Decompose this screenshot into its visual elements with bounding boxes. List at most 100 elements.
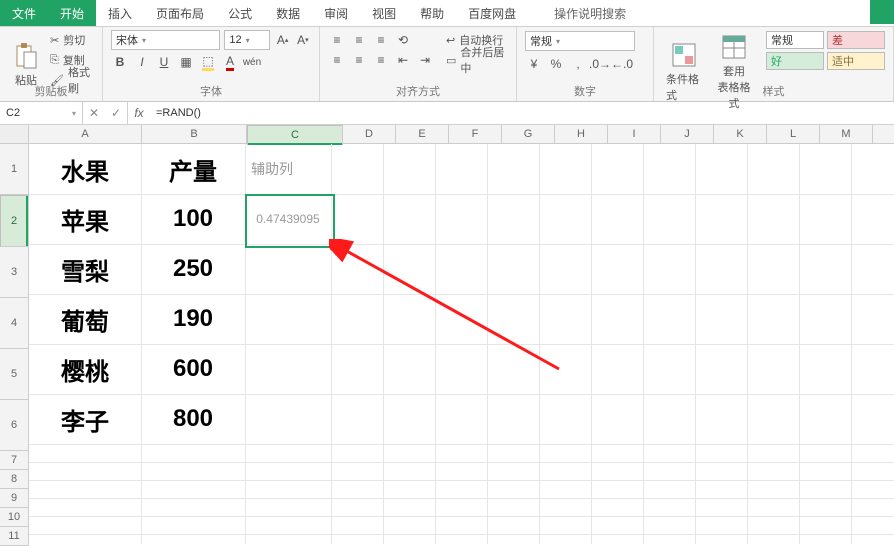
- group-number: 常规▾ ¥ % , .0→ ←.0 数字: [517, 27, 654, 101]
- inc-decimal-button[interactable]: .0→: [591, 55, 609, 73]
- col-header-K[interactable]: K: [714, 125, 767, 143]
- dec-decimal-button[interactable]: ←.0: [613, 55, 631, 73]
- chevron-down-icon: ▾: [246, 36, 250, 45]
- cell-A1[interactable]: 水果: [29, 144, 141, 194]
- row-header-8[interactable]: 8: [0, 470, 28, 489]
- group-label-align: 对齐方式: [320, 83, 516, 99]
- accept-formula-button[interactable]: ✓: [105, 106, 127, 120]
- col-header-H[interactable]: H: [555, 125, 608, 143]
- chevron-down-icon: ▾: [556, 37, 560, 46]
- cell-B2[interactable]: 100: [141, 194, 245, 244]
- fill-color-button[interactable]: ⬚: [199, 53, 217, 71]
- percent-button[interactable]: %: [547, 55, 565, 73]
- col-header-D[interactable]: D: [343, 125, 396, 143]
- col-header-C[interactable]: C: [247, 125, 343, 145]
- col-header-G[interactable]: G: [502, 125, 555, 143]
- cell-style-good[interactable]: 好: [766, 52, 824, 70]
- row-header-10[interactable]: 10: [0, 508, 28, 527]
- cell-C1[interactable]: 辅助列: [251, 144, 331, 194]
- col-header-B[interactable]: B: [142, 125, 247, 143]
- italic-button[interactable]: I: [133, 53, 151, 71]
- cell-style-bad[interactable]: 差: [827, 31, 885, 49]
- scissors-icon: ✂: [50, 34, 59, 47]
- row-header-1[interactable]: 1: [0, 144, 28, 195]
- row-header-6[interactable]: 6: [0, 400, 28, 451]
- bold-button[interactable]: B: [111, 53, 129, 71]
- cell-A4[interactable]: 葡萄: [29, 294, 141, 344]
- menu-tab-data[interactable]: 数据: [264, 0, 312, 26]
- currency-button[interactable]: ¥: [525, 55, 543, 73]
- number-format-select[interactable]: 常规▾: [525, 31, 635, 51]
- bucket-icon: ⬚: [202, 54, 213, 71]
- col-header-M[interactable]: M: [820, 125, 873, 143]
- cell-style-neutral[interactable]: 适中: [827, 52, 885, 70]
- cell-B6[interactable]: 800: [141, 394, 245, 444]
- col-header-J[interactable]: J: [661, 125, 714, 143]
- align-middle-button[interactable]: ≡: [350, 31, 368, 49]
- menu-tab-review[interactable]: 审阅: [312, 0, 360, 26]
- cancel-formula-button[interactable]: ✕: [83, 106, 105, 120]
- cell-style-normal[interactable]: 常规: [766, 31, 824, 49]
- col-header-E[interactable]: E: [396, 125, 449, 143]
- align-bottom-button[interactable]: ≡: [372, 31, 390, 49]
- select-all-corner[interactable]: [0, 125, 29, 143]
- col-header-F[interactable]: F: [449, 125, 502, 143]
- row-header-9[interactable]: 9: [0, 489, 28, 508]
- phonetic-button[interactable]: wén: [243, 53, 261, 71]
- merge-center-button[interactable]: ▭合并后居中: [446, 51, 508, 69]
- increase-font-button[interactable]: A▴: [274, 31, 290, 49]
- row-header-2[interactable]: 2: [0, 195, 28, 247]
- col-header-L[interactable]: L: [767, 125, 820, 143]
- align-center-button[interactable]: ≡: [350, 51, 368, 69]
- menu-tab-view[interactable]: 视图: [360, 0, 408, 26]
- orientation-button[interactable]: ⟲: [394, 31, 412, 49]
- row-header-4[interactable]: 4: [0, 298, 28, 349]
- cell-A5[interactable]: 樱桃: [29, 344, 141, 394]
- menu-tab-layout[interactable]: 页面布局: [144, 0, 216, 26]
- cell-A6[interactable]: 李子: [29, 394, 141, 444]
- font-color-button[interactable]: A: [221, 53, 239, 71]
- align-top-button[interactable]: ≡: [328, 31, 346, 49]
- cut-button[interactable]: ✂剪切: [50, 31, 94, 49]
- menu-tab-insert[interactable]: 插入: [96, 0, 144, 26]
- cond-format-icon: [670, 41, 698, 69]
- indent-inc-button[interactable]: ⇥: [416, 51, 434, 69]
- copy-icon: ⎘: [50, 54, 59, 67]
- col-header-A[interactable]: A: [29, 125, 142, 143]
- menu-tab-formula[interactable]: 公式: [216, 0, 264, 26]
- indent-dec-button[interactable]: ⇤: [394, 51, 412, 69]
- formula-bar-buttons: ✕ ✓: [83, 102, 128, 124]
- menu-tab-help[interactable]: 帮助: [408, 0, 456, 26]
- font-size-select[interactable]: 12▾: [224, 30, 270, 50]
- row-header-7[interactable]: 7: [0, 451, 28, 470]
- cell-area[interactable]: 水果 产量 辅助列 苹果 100 0.47439095 雪梨 250 葡萄 19…: [29, 144, 894, 544]
- fx-icon[interactable]: fx: [128, 102, 150, 124]
- menu-file[interactable]: 文件: [0, 0, 48, 26]
- cell-C2[interactable]: 0.47439095: [245, 194, 331, 244]
- cell-B3[interactable]: 250: [141, 244, 245, 294]
- menu-tab-home[interactable]: 开始: [48, 0, 96, 26]
- format-as-table-button[interactable]: 套用 表格格式: [712, 31, 756, 113]
- comma-button[interactable]: ,: [569, 55, 587, 73]
- tell-me-search[interactable]: 操作说明搜索: [528, 0, 636, 26]
- decrease-font-button[interactable]: A▾: [295, 31, 311, 49]
- menu-tab-baidu[interactable]: 百度网盘: [456, 0, 528, 26]
- conditional-format-button[interactable]: 条件格式: [662, 31, 706, 113]
- merge-icon: ▭: [446, 54, 456, 67]
- underline-button[interactable]: U: [155, 53, 173, 71]
- align-right-button[interactable]: ≡: [372, 51, 390, 69]
- cell-B5[interactable]: 600: [141, 344, 245, 394]
- col-header-I[interactable]: I: [608, 125, 661, 143]
- cell-B1[interactable]: 产量: [141, 144, 245, 194]
- name-box[interactable]: C2 ▾: [0, 102, 83, 124]
- group-label-styles: 样式: [654, 83, 893, 99]
- font-name-select[interactable]: 宋体▾: [111, 30, 220, 50]
- cell-A3[interactable]: 雪梨: [29, 244, 141, 294]
- cell-A2[interactable]: 苹果: [29, 194, 141, 244]
- cell-B4[interactable]: 190: [141, 294, 245, 344]
- border-button[interactable]: ▦: [177, 53, 195, 71]
- row-header-11[interactable]: 11: [0, 527, 28, 546]
- row-header-5[interactable]: 5: [0, 349, 28, 400]
- align-left-button[interactable]: ≡: [328, 51, 346, 69]
- row-header-3[interactable]: 3: [0, 247, 28, 298]
